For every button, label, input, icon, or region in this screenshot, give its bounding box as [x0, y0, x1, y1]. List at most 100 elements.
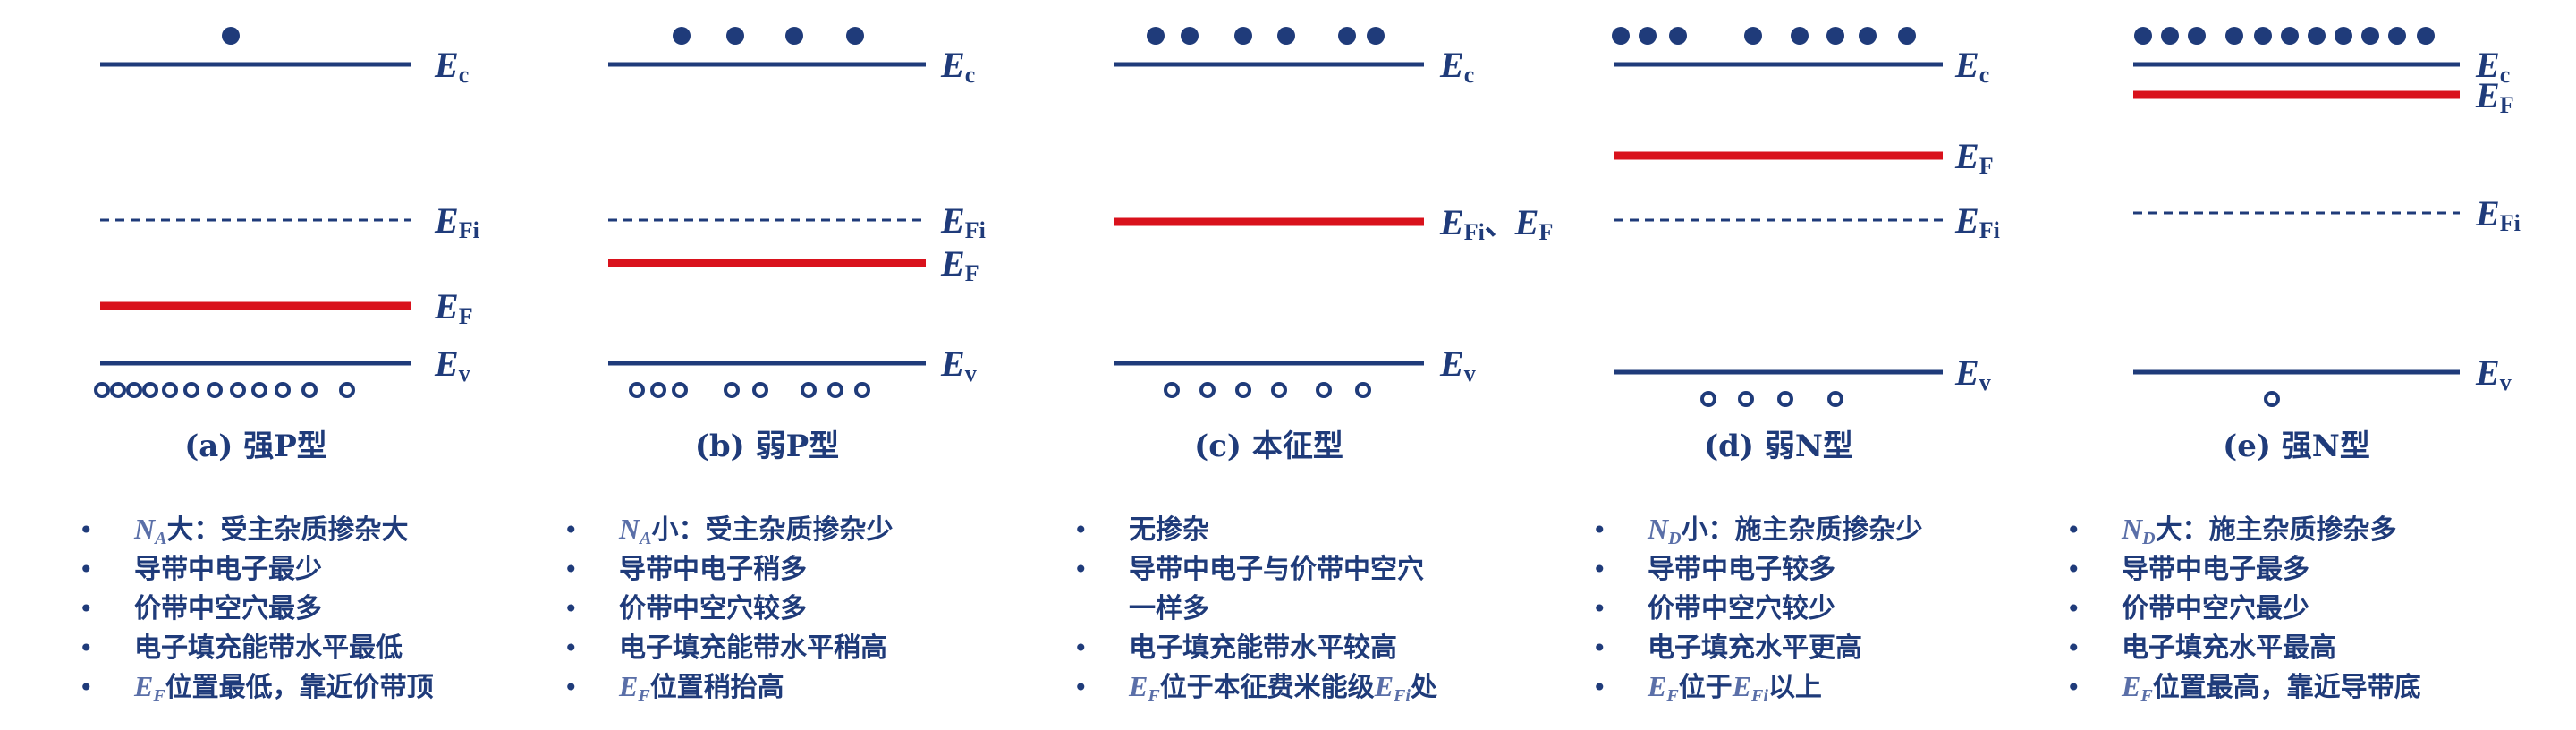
bullet-marker: • — [79, 555, 94, 584]
bullet-text: 导带中电子最少 — [134, 554, 322, 585]
bullet-marker: • — [564, 555, 579, 584]
panel-caption: (a) 强P型 — [184, 429, 327, 464]
electron-dot — [2334, 27, 2352, 45]
bullet-text: 无掺杂 — [1129, 514, 1209, 546]
ef-label: EF — [940, 243, 979, 286]
hole-circle — [1316, 382, 1332, 398]
bullet-text: EF位置最低，靠近价带顶 — [133, 670, 434, 706]
bullet-marker: • — [79, 673, 94, 702]
ef-label: EF — [434, 286, 473, 329]
electron-dot — [1791, 27, 1809, 45]
electron-dot — [1744, 27, 1762, 45]
electron-dot — [2281, 27, 2299, 45]
bullet-marker: • — [564, 515, 579, 545]
bullet-marker: • — [1073, 633, 1089, 663]
ec-label: Ec — [434, 45, 469, 88]
hole-circle — [339, 382, 355, 398]
hole-circle — [94, 382, 110, 398]
hole-circle — [142, 382, 158, 398]
bullet-text: 电子填充水平最高 — [2122, 632, 2336, 664]
electron-dot — [2388, 27, 2406, 45]
panel-caption: (e) 强N型 — [2223, 429, 2370, 464]
ef-label: EF — [1954, 136, 1994, 179]
hole-circle — [1199, 382, 1216, 398]
bullet-marker: • — [564, 594, 579, 624]
hole-circle — [1271, 382, 1287, 398]
bullet-text: 价带中空穴最少 — [2122, 593, 2309, 624]
hole-circle — [827, 382, 843, 398]
bullet-marker: • — [1073, 555, 1089, 584]
hole-circle — [1777, 391, 1793, 407]
electron-dot — [2361, 27, 2379, 45]
electron-dot — [1669, 27, 1687, 45]
hole-circle — [1700, 391, 1716, 407]
bullet-text: EF位置最高，靠近导带底 — [2121, 670, 2421, 706]
bullet-text: 电子填充能带水平稍高 — [619, 632, 887, 664]
bullet-marker: • — [564, 633, 579, 663]
bullet-marker: • — [1592, 633, 1607, 663]
electron-dot — [785, 27, 803, 45]
electron-dot — [1338, 27, 1356, 45]
electron-dot — [2417, 27, 2435, 45]
energy-band-diagram: Ec EFi EF Ev (a) 强P型 • NA大：受主杂质掺杂大 • 导带中电子最少 • 价带中… — [79, 27, 2521, 706]
hole-circle — [251, 382, 267, 398]
hole-circle — [301, 382, 318, 398]
electron-dot — [1859, 27, 1877, 45]
bullet-marker: • — [2066, 555, 2081, 584]
bullet-text: EF位置稍抬高 — [618, 670, 784, 706]
bullet-text: 导带中电子与价带中空穴 — [1129, 554, 1424, 585]
bullet-text: 导带中电子最多 — [2122, 554, 2309, 585]
panel-a: Ec EFi EF Ev (a) 强P型 • NA大：受主杂质掺杂大 • 导带中电子最少 • 价带中… — [79, 27, 479, 706]
electron-dot — [1147, 27, 1165, 45]
panel-caption: (d) 弱N型 — [1704, 429, 1853, 464]
efi-label: EFi — [1954, 200, 2000, 243]
bullet-marker: • — [1592, 673, 1607, 702]
bullet-text: EF位于EFi以上 — [1647, 670, 1822, 706]
bullet-text: 价带中空穴较多 — [619, 593, 807, 624]
bullet-text: 导带中电子较多 — [1648, 554, 1835, 585]
bullet-marker: • — [2066, 594, 2081, 624]
hole-circle — [629, 382, 645, 398]
hole-circle — [1827, 391, 1843, 407]
hole-circle — [230, 382, 246, 398]
hole-circle — [1355, 382, 1371, 398]
bullet-marker: • — [1592, 515, 1607, 545]
hole-circle — [672, 382, 688, 398]
bullet-marker: • — [1073, 515, 1089, 545]
bullet-marker: • — [79, 633, 94, 663]
hole-circle — [1235, 382, 1251, 398]
hole-circle — [207, 382, 223, 398]
electron-dot — [1234, 27, 1252, 45]
bullet-text: NA大：受主杂质掺杂大 — [133, 513, 408, 548]
hole-circle — [162, 382, 178, 398]
bullet-marker: • — [79, 515, 94, 545]
panel-e: EcEFiEFEv(e) 强N型• ND大：施主杂质掺杂多• 导带中电子最多• 价带中… — [2066, 27, 2521, 706]
efi-label: EFi — [2475, 193, 2521, 236]
bullet-text: EF位于本征费米能级EFi处 — [1128, 670, 1437, 706]
ec-label: Ec — [940, 45, 975, 88]
bullet-marker: • — [2066, 515, 2081, 545]
hole-circle — [183, 382, 199, 398]
electron-dot — [673, 27, 691, 45]
bullet-text: 价带中空穴最多 — [134, 593, 322, 624]
bullet-marker: • — [1073, 673, 1089, 702]
electron-dot — [1639, 27, 1657, 45]
electron-dot — [726, 27, 744, 45]
hole-circle — [650, 382, 666, 398]
electron-dot — [2188, 27, 2206, 45]
electron-dot — [1277, 27, 1295, 45]
hole-circle — [110, 382, 126, 398]
electron-dot — [1181, 27, 1199, 45]
bullet-text: 价带中空穴较少 — [1648, 593, 1835, 624]
ev-label: Ev — [1954, 352, 1991, 395]
hole-circle — [275, 382, 291, 398]
panel-caption: (c) 本征型 — [1194, 429, 1343, 464]
ec-label: Ec — [1439, 45, 1474, 88]
electron-dot — [1898, 27, 1916, 45]
bullet-text: 电子填充能带水平最低 — [134, 632, 402, 664]
panel-caption: (b) 弱P型 — [695, 429, 839, 464]
bullet-text: 电子填充能带水平较高 — [1129, 632, 1397, 664]
electron-dot — [222, 27, 240, 45]
electron-dot — [2134, 27, 2152, 45]
hole-circle — [2264, 391, 2280, 407]
